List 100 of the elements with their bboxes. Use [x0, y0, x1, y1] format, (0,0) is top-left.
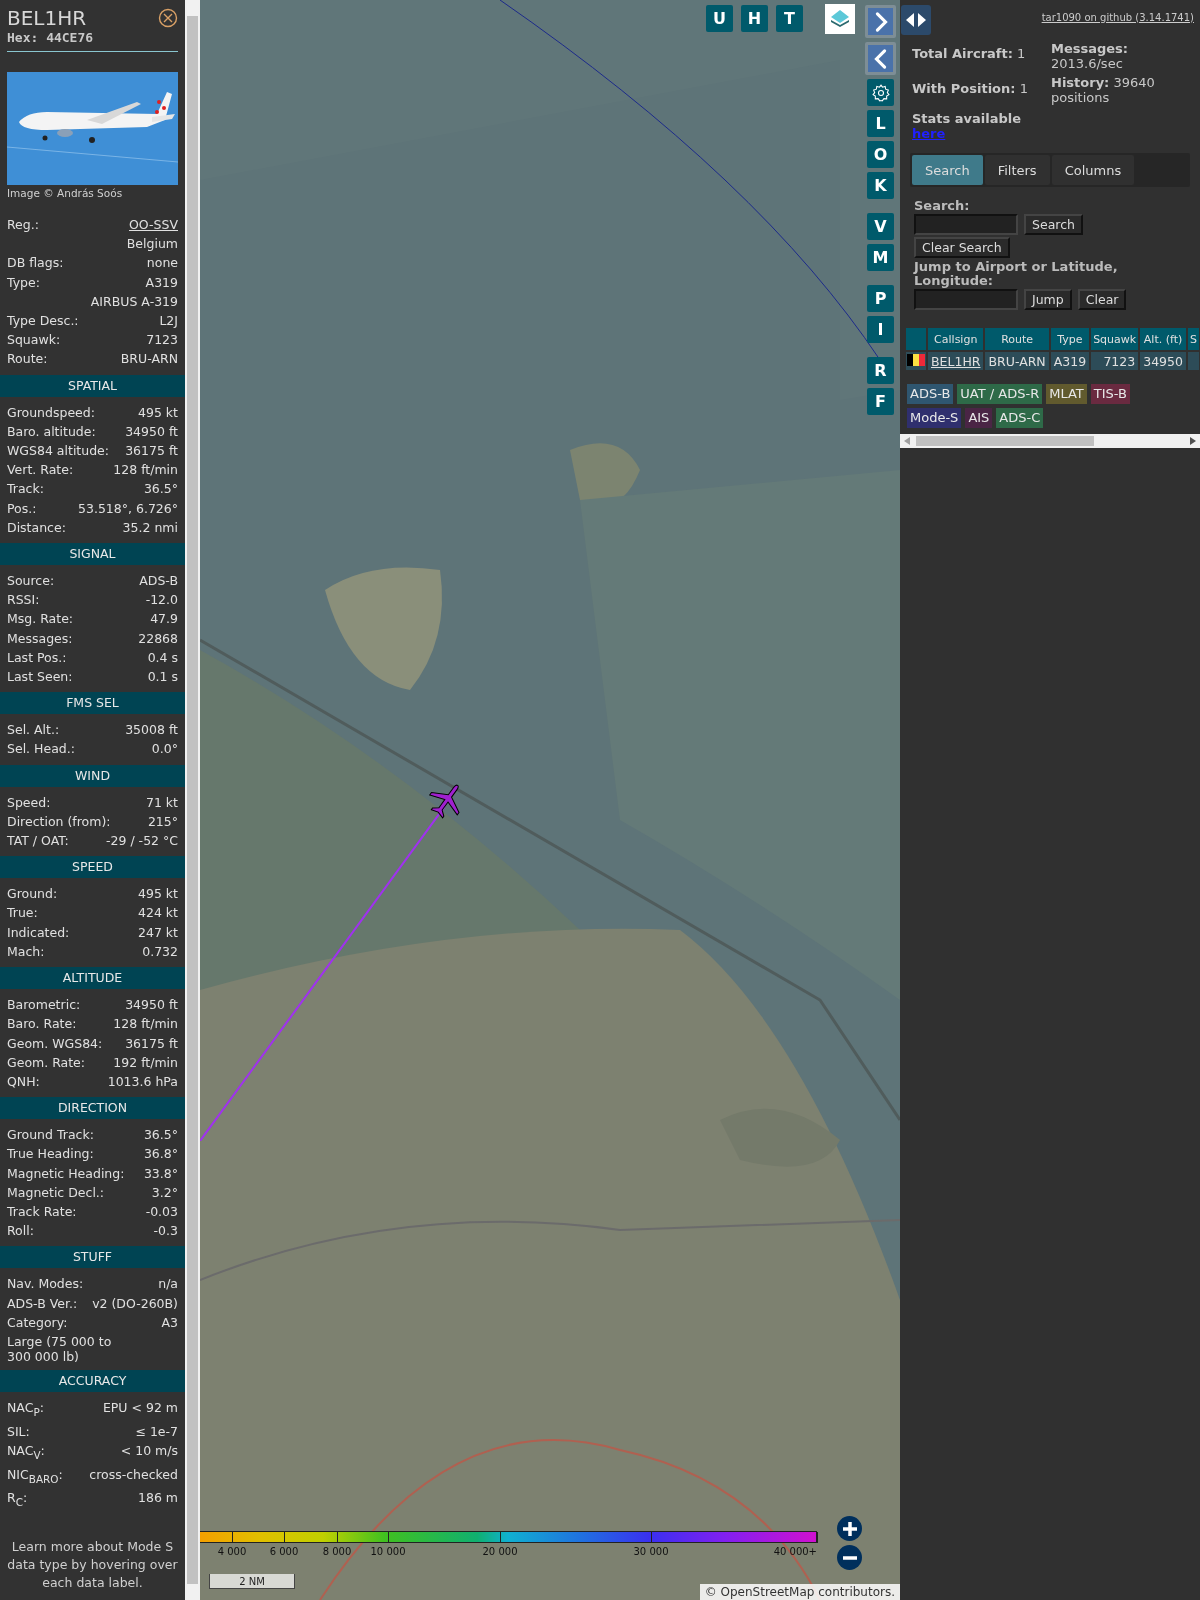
stat-text: Total Aircraft: 1	[912, 45, 1027, 63]
clear-search-button[interactable]: Clear Search	[914, 237, 1010, 258]
field-label: DB flags:	[7, 254, 64, 273]
field-value: 0.0°	[151, 740, 178, 759]
field-label: NAC$_{P}$:	[7, 1398, 44, 1420]
altitude-tick-label: 30 000	[633, 1546, 669, 1557]
collapse-button[interactable]	[865, 42, 896, 75]
field-label: Route:	[7, 350, 48, 369]
field-value: ≤ 1e-7	[135, 1422, 178, 1441]
field-value: 36.5°	[143, 480, 178, 499]
table-cell: 7123	[1091, 352, 1139, 370]
column-header[interactable]: Callsign	[928, 328, 984, 350]
field-value: cross-checked	[89, 1465, 178, 1484]
map-toggle-button[interactable]: M	[867, 244, 894, 271]
layers-button[interactable]	[825, 4, 855, 34]
field-label: Magnetic Decl.:	[7, 1183, 105, 1202]
jump-field[interactable]	[914, 289, 1018, 310]
source-tag: TIS-B	[1090, 384, 1130, 404]
source-tag: UAT / ADS-R	[957, 384, 1043, 404]
settings-button[interactable]	[867, 79, 894, 106]
clear-button[interactable]: Clear	[1077, 289, 1127, 310]
field-label: Sel. Alt.:	[7, 721, 60, 740]
field-label: Indicated:	[7, 923, 70, 942]
source-tag: Mode-S	[907, 408, 962, 428]
map-toggle-button[interactable]: V	[867, 213, 894, 240]
field-value: 34950 ft	[125, 996, 178, 1015]
map-toggle-button[interactable]: F	[867, 388, 894, 415]
field-label: ADS-B Ver.:	[7, 1294, 78, 1313]
section-header: STUFF	[0, 1246, 185, 1269]
column-header[interactable]: Type	[1050, 328, 1090, 350]
field-value: v2 (DO-260B)	[92, 1294, 178, 1313]
column-header[interactable]: Alt. (ft)	[1140, 328, 1186, 350]
field-value: 0.1 s	[147, 668, 178, 687]
search-button[interactable]: Search	[1024, 214, 1083, 235]
field-label: Geom. Rate:	[7, 1053, 86, 1072]
github-link[interactable]: tar1090 on github (3.14.1741)	[1041, 11, 1194, 23]
registration-link[interactable]: OO-SSV	[129, 215, 178, 235]
tab[interactable]: Columns	[1051, 155, 1135, 185]
field-label: Baro. Rate:	[7, 1015, 77, 1034]
map-toggle-button[interactable]: O	[867, 141, 894, 168]
field-value: n/a	[158, 1275, 178, 1294]
search-field[interactable]	[914, 214, 1018, 235]
map-toggle-button[interactable]: K	[867, 172, 894, 199]
map-toggle-button[interactable]: P	[867, 285, 894, 312]
field-label: NAC$_{V}$:	[7, 1441, 45, 1463]
stat-text: Messages: 2013.6/sec	[1051, 41, 1130, 71]
panel-toggle-button[interactable]	[901, 5, 931, 35]
stat-text: History: 39640 positions	[1051, 75, 1156, 105]
field-value: 36175 ft	[125, 1034, 178, 1053]
column-header[interactable]: Squawk	[1091, 328, 1139, 350]
expand-button[interactable]	[865, 5, 896, 38]
map-toggle-button[interactable]: H	[741, 5, 768, 32]
section-header: WIND	[0, 764, 185, 787]
map-toggle-button[interactable]: I	[867, 316, 894, 343]
altitude-tick-label: 4 000	[217, 1546, 247, 1557]
field-value: 495 kt	[138, 885, 178, 904]
field-value: 34950 ft	[125, 422, 178, 441]
field-value: ADS-B	[139, 572, 178, 591]
scroll-right-icon[interactable]	[1190, 437, 1196, 445]
jump-button[interactable]: Jump	[1024, 289, 1072, 310]
photo-credit: Image © András Soós	[7, 187, 124, 199]
field-value: 7123	[146, 331, 178, 350]
field-label: TAT / OAT:	[7, 832, 69, 851]
field-value: 36.8°	[143, 1145, 178, 1164]
field-label: R$_{C}$:	[7, 1489, 28, 1510]
field-label: Track:	[7, 480, 44, 499]
map-toggle-button[interactable]: L	[867, 110, 894, 137]
tab[interactable]: Search	[912, 155, 983, 185]
field-label: Ground Track:	[7, 1126, 94, 1145]
section-header: SIGNAL	[0, 543, 185, 566]
field-value: none	[146, 254, 178, 273]
source-tag: AIS	[965, 408, 993, 428]
field-label: Category:	[7, 1313, 68, 1332]
field-value: 186 m	[138, 1489, 178, 1508]
scrollbar[interactable]	[185, 0, 200, 1600]
close-icon[interactable]	[158, 8, 178, 28]
field-value: 128 ft/min	[113, 461, 178, 480]
field-label: Type Desc.:	[7, 312, 79, 330]
altitude-tick-label: 8 000	[322, 1546, 352, 1557]
field-value: 0.732	[142, 942, 178, 961]
map-toggle-button[interactable]: U	[706, 5, 733, 32]
field-value: 35008 ft	[125, 721, 178, 740]
minus-icon	[842, 1555, 857, 1560]
field-label: Last Seen:	[7, 668, 73, 687]
scrollbar[interactable]	[900, 434, 1200, 448]
field-value: Belgium	[126, 235, 178, 254]
field-value: Large (75 000 to 300 000 lb)	[7, 1333, 113, 1364]
table-cell: A319	[1050, 352, 1090, 370]
field-value: -12.0	[145, 591, 178, 610]
field-value: 0.4 s	[147, 648, 178, 667]
source-tag: MLAT	[1046, 384, 1087, 404]
field-label: Last Pos.:	[7, 648, 67, 667]
map-toggle-button[interactable]: T	[776, 5, 803, 32]
field-value: L2J	[159, 312, 178, 330]
field-value: 71 kt	[145, 793, 178, 812]
map-toggle-button[interactable]: R	[867, 357, 894, 384]
altitude-tick-label: 20 000	[482, 1546, 518, 1557]
column-header[interactable]: S	[1187, 328, 1199, 350]
tab[interactable]: Filters	[984, 155, 1050, 185]
column-header[interactable]: Route	[985, 328, 1049, 350]
